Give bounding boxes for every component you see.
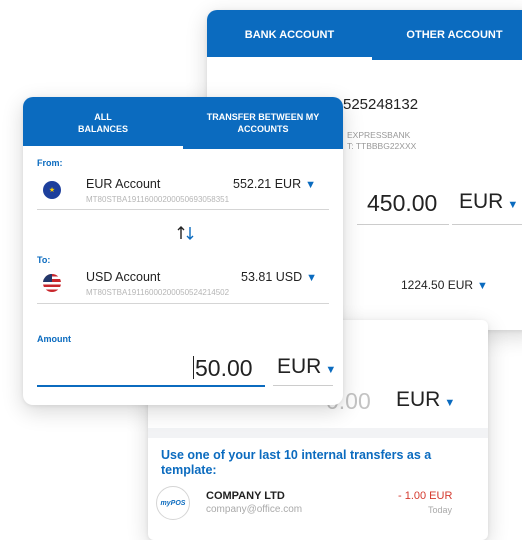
template-amount: - 1.00 EUR xyxy=(398,490,453,502)
to-label: To: xyxy=(37,255,51,265)
back-balance-select[interactable]: 1224.50 EUR ▼ xyxy=(401,278,488,292)
swap-arrows-icon[interactable] xyxy=(175,225,197,241)
internal-transfer-card: ALL BALANCES TRANSFER BETWEEN MY ACCOUNTS … xyxy=(23,97,343,405)
currency-label: EUR xyxy=(277,355,322,378)
tab-all-balances[interactable]: ALL BALANCES xyxy=(23,97,183,149)
tab-bank-account[interactable]: BANK ACCOUNT xyxy=(207,10,372,60)
to-account-balance: 53.81 USD xyxy=(241,270,303,284)
from-account-balance: 552.21 EUR xyxy=(233,177,302,191)
tab-transfer-between-accounts[interactable]: TRANSFER BETWEEN MY ACCOUNTS xyxy=(183,97,343,149)
back-amount-field[interactable]: 450.00 xyxy=(367,190,437,217)
amount-input[interactable]: 50.00 xyxy=(195,355,253,382)
company-logo-icon: myPOS xyxy=(156,486,190,520)
divider xyxy=(357,224,449,225)
lower-currency-select[interactable]: EUR ▼ xyxy=(396,388,455,412)
dropdown-arrow-icon: ▼ xyxy=(305,179,316,191)
dropdown-arrow-icon: ▼ xyxy=(325,364,337,376)
template-date: Today xyxy=(428,505,453,515)
currency-label: EUR xyxy=(396,388,441,411)
dropdown-arrow-icon: ▼ xyxy=(444,397,456,409)
recipient-iban: 525248132 xyxy=(343,96,419,113)
back-currency-select[interactable]: EUR ▼ xyxy=(459,190,518,214)
tab-other-account[interactable]: OTHER ACCOUNT xyxy=(372,10,522,60)
transfer-type-tabs: BANK ACCOUNT OTHER ACCOUNT xyxy=(207,10,522,60)
divider xyxy=(273,385,333,386)
amount-label: Amount xyxy=(37,334,71,344)
tab-label-line: ALL xyxy=(94,112,112,122)
tab-label-line: ACCOUNTS xyxy=(237,124,289,134)
dropdown-arrow-icon: ▼ xyxy=(306,272,318,284)
bank-name: EXPRESSBANK xyxy=(347,130,411,140)
balance-tabs: ALL BALANCES TRANSFER BETWEEN MY ACCOUNTS xyxy=(23,97,343,149)
eu-flag-icon: ★ xyxy=(43,181,61,199)
tab-label-line: TRANSFER BETWEEN MY xyxy=(206,112,320,122)
text-cursor xyxy=(193,356,194,379)
tab-label-line: BALANCES xyxy=(77,124,128,134)
dropdown-arrow-icon: ▼ xyxy=(477,280,488,292)
section-divider xyxy=(148,428,488,438)
divider xyxy=(37,303,329,304)
from-account-iban: MT80STBA19116000200050693058351 xyxy=(86,195,230,204)
us-flag-icon xyxy=(43,274,61,292)
amount-input-underline xyxy=(37,385,265,387)
dropdown-arrow-icon: ▼ xyxy=(507,199,519,211)
swift-code: T: TTBBBG22XXX xyxy=(347,141,417,151)
balance-label: 1224.50 EUR xyxy=(401,278,474,292)
divider xyxy=(452,224,522,225)
currency-label: EUR xyxy=(459,190,504,213)
template-email: company@office.com xyxy=(206,504,303,515)
templates-heading: Use one of your last 10 internal transfe… xyxy=(161,448,432,477)
to-account-name: USD Account xyxy=(86,270,161,284)
divider xyxy=(37,209,329,210)
from-label: From: xyxy=(37,158,63,168)
amount-currency-select[interactable]: EUR ▼ xyxy=(277,355,336,379)
recipient-bank-info: EXPRESSBANK T: TTBBBG22XXX xyxy=(347,130,416,152)
from-account-name: EUR Account xyxy=(86,177,161,191)
template-name: COMPANY LTD xyxy=(206,490,285,502)
to-account-iban: MT80STBA19116000200050524214502 xyxy=(86,288,230,297)
